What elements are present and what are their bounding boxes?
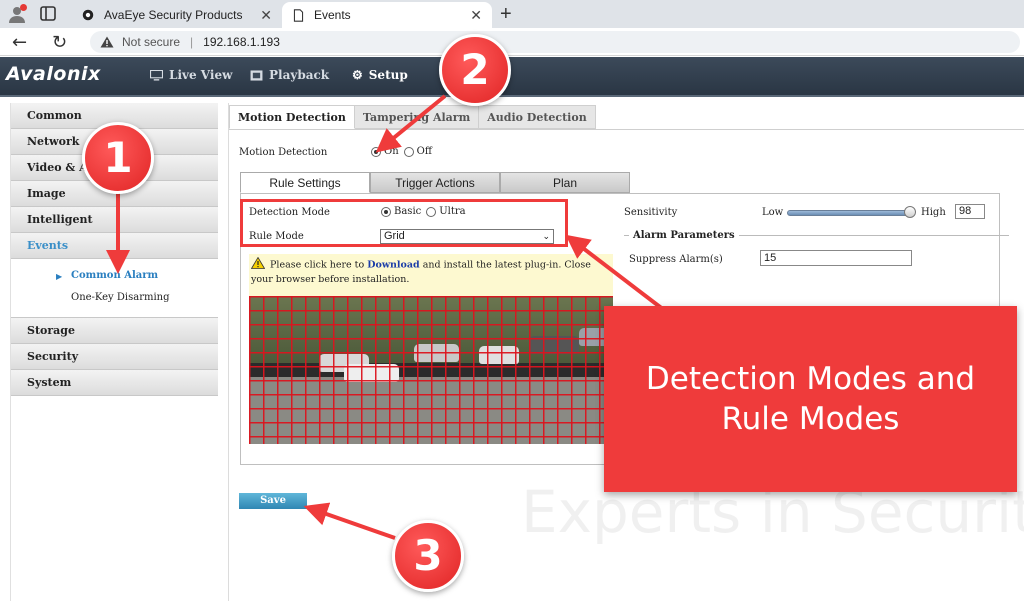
monitor-icon	[150, 69, 163, 81]
url-field[interactable]: Not secure | 192.168.1.193	[90, 31, 1020, 53]
motion-grid-overlay	[249, 296, 613, 444]
sidebar-item-intelligent[interactable]: Intelligent	[11, 207, 218, 233]
url-separator: |	[190, 35, 194, 49]
browser-tab-bar: AvaEye Security Products ✕ Events ✕ +	[0, 0, 1024, 28]
sidebar-item-security[interactable]: Security	[11, 344, 218, 370]
motion-detection-toggle: On Off	[371, 146, 432, 157]
close-icon[interactable]: ✕	[260, 7, 272, 24]
address-bar: ← ↻ Not secure | 192.168.1.193	[0, 28, 1024, 56]
camera-preview[interactable]	[249, 296, 613, 444]
tab-motion-detection[interactable]: Motion Detection	[229, 105, 355, 129]
motion-off-radio[interactable]	[403, 146, 414, 157]
nav-playback[interactable]: Playback	[250, 68, 329, 82]
tab-audio-detection[interactable]: Audio Detection	[479, 105, 596, 129]
tab-plan[interactable]: Plan	[500, 172, 630, 193]
step-badge-3: 3	[392, 520, 464, 592]
motion-detection-label: Motion Detection	[239, 147, 328, 158]
suppress-alarm-label: Suppress Alarm(s)	[629, 254, 723, 265]
back-arrow-icon[interactable]: ←	[12, 32, 27, 53]
gear-icon: ⚙	[352, 68, 363, 82]
tab-rule-settings[interactable]: Rule Settings	[240, 172, 370, 193]
nav-live-view[interactable]: Live View	[150, 68, 232, 82]
nav-label: Setup	[368, 68, 408, 82]
submenu-common-alarm[interactable]: ▶ Common Alarm	[11, 265, 218, 287]
sensitivity-slider-track[interactable]	[787, 210, 911, 216]
events-submenu: ▶ Common Alarm One-Key Disarming	[11, 259, 218, 318]
tab-divider	[229, 129, 1024, 130]
url-text: 192.168.1.193	[203, 35, 280, 49]
sensitivity-high-label: High	[921, 207, 946, 218]
warning-icon	[100, 36, 114, 48]
browser-tab-label: Events	[314, 8, 351, 22]
sidebar-item-storage[interactable]: Storage	[11, 318, 218, 344]
event-tabs: Motion Detection Tampering Alarm Audio D…	[229, 105, 596, 129]
film-icon	[250, 69, 263, 81]
profile-icon[interactable]	[8, 4, 27, 23]
warning-icon	[250, 256, 266, 273]
brand-logo: Avalonix	[6, 63, 101, 85]
browser-tab-events[interactable]: Events ✕	[282, 2, 492, 28]
header-divider	[0, 95, 1024, 97]
callout-text: Detection Modes and Rule Modes	[645, 361, 976, 437]
suppress-alarm-input[interactable]: 15	[760, 250, 912, 266]
app-header: Avalonix Live View Playback ⚙ Setup	[0, 57, 1024, 95]
notification-dot	[20, 4, 27, 11]
tab-tampering-alarm[interactable]: Tampering Alarm	[354, 105, 480, 129]
submenu-label: Common Alarm	[71, 270, 159, 281]
detection-rule-highlight	[240, 199, 568, 247]
caret-right-icon: ▶	[56, 271, 63, 281]
step-badge-1: 1	[82, 122, 154, 194]
tab-trigger-actions[interactable]: Trigger Actions	[370, 172, 500, 193]
callout-detection-rule-modes: Detection Modes and Rule Modes	[604, 306, 1017, 492]
new-tab-icon[interactable]: +	[500, 3, 512, 26]
sensitivity-label: Sensitivity	[624, 207, 678, 218]
rule-subtabs: Rule Settings Trigger Actions Plan	[240, 172, 630, 193]
submenu-one-key-disarming[interactable]: One-Key Disarming	[11, 287, 218, 309]
plugin-notice-text: Please click here to	[270, 259, 365, 271]
nav-setup[interactable]: ⚙ Setup	[352, 68, 408, 82]
alarm-parameters-legend: Alarm Parameters	[629, 230, 739, 241]
browser-tab-avaeye[interactable]: AvaEye Security Products ✕	[72, 2, 282, 28]
nav-label: Playback	[269, 68, 330, 82]
browser-tab-label: AvaEye Security Products	[104, 8, 243, 22]
step-badge-2: 2	[439, 34, 511, 106]
sidebar-item-events[interactable]: Events	[11, 233, 218, 259]
sensitivity-low-label: Low	[762, 207, 784, 218]
motion-on-label: On	[384, 146, 399, 157]
sidebar-toggle-icon[interactable]	[40, 6, 56, 21]
save-button[interactable]: Save	[239, 493, 307, 509]
reload-icon[interactable]: ↻	[52, 32, 67, 53]
close-icon[interactable]: ✕	[470, 7, 482, 24]
motion-off-label: Off	[416, 146, 432, 157]
sensitivity-input[interactable]: 98	[955, 204, 985, 219]
security-status: Not secure	[122, 35, 181, 49]
motion-on-radio[interactable]	[371, 146, 381, 157]
nav-label: Live View	[169, 68, 233, 82]
document-favicon-icon	[290, 7, 306, 23]
download-link[interactable]: Download	[367, 260, 419, 271]
sensitivity-slider-handle[interactable]	[904, 206, 916, 218]
plugin-notice: Please click here to Download and instal…	[249, 254, 613, 296]
camera-favicon-icon	[80, 7, 96, 23]
sidebar-item-system[interactable]: System	[11, 370, 218, 396]
